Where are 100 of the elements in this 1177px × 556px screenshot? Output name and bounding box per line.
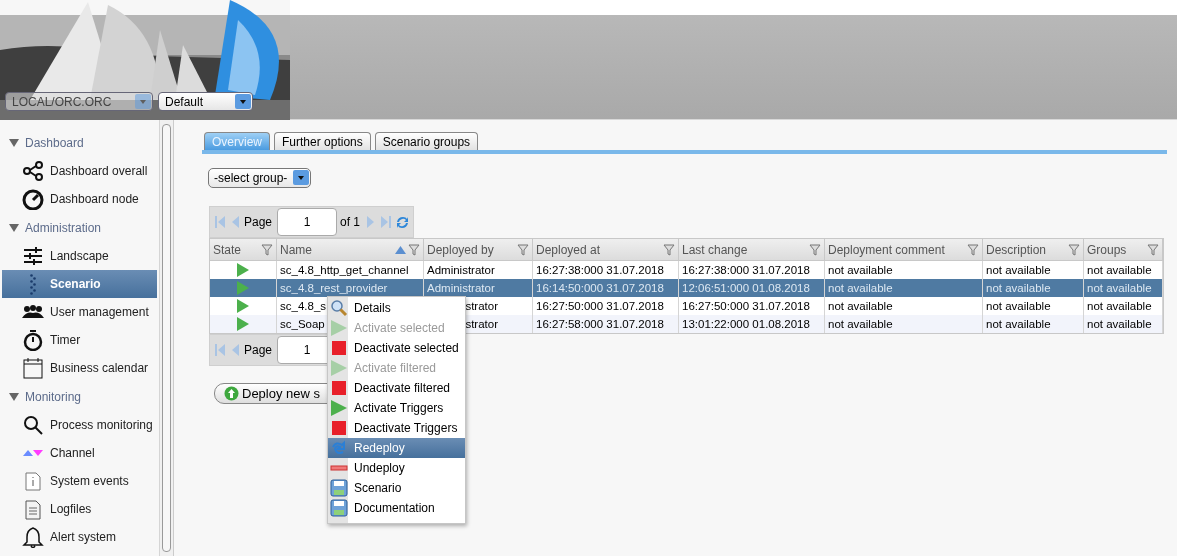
page-label: Page xyxy=(244,343,273,357)
tab[interactable]: Further options xyxy=(274,132,371,150)
share-icon xyxy=(22,160,44,182)
sidebar-item[interactable]: Business calendar xyxy=(2,354,157,382)
sidebar-item[interactable]: System events xyxy=(2,467,157,495)
page-label: Page xyxy=(244,215,273,229)
caret-icon[interactable] xyxy=(293,170,309,185)
caret-icon[interactable] xyxy=(235,94,251,109)
sidebar-item[interactable]: Dashboard node xyxy=(2,185,157,213)
menu-item[interactable]: Undeploy xyxy=(328,458,465,478)
play-icon xyxy=(330,359,348,377)
page-count: of 1 xyxy=(340,215,361,229)
column-header[interactable]: Description xyxy=(983,239,1084,261)
stop-icon xyxy=(330,419,348,437)
column-header[interactable]: Deployed by xyxy=(424,239,533,261)
section-title[interactable]: Dashboard xyxy=(25,135,84,150)
filter-icon[interactable] xyxy=(408,243,420,256)
stop-icon xyxy=(330,339,348,357)
sidebar-item[interactable]: Alert system xyxy=(2,523,157,551)
redo-icon xyxy=(330,439,348,457)
page-input[interactable]: 1 xyxy=(277,208,338,236)
refresh-icon[interactable] xyxy=(395,214,411,230)
filter-icon[interactable] xyxy=(261,243,273,256)
column-header[interactable]: Last change xyxy=(679,239,825,261)
floppy-icon xyxy=(330,499,348,517)
table-cell: 16:27:58:000 31.07.2018 xyxy=(533,315,679,333)
sliders-icon xyxy=(22,245,44,267)
sidebar-item[interactable]: Process monitoring xyxy=(2,411,157,439)
sidebar-item[interactable]: Dashboard overall xyxy=(2,157,157,185)
table-cell: not available xyxy=(1084,315,1163,333)
server-select[interactable]: LOCAL/ORC.ORC xyxy=(5,92,153,111)
table-cell: not available xyxy=(983,297,1084,315)
calendar-icon xyxy=(22,357,44,379)
table-cell: not available xyxy=(825,261,983,279)
table-cell: not available xyxy=(825,315,983,333)
menu-item[interactable]: Redeploy xyxy=(328,438,465,458)
filter-icon[interactable] xyxy=(1147,243,1159,256)
info-page-icon xyxy=(22,470,44,492)
filter-icon[interactable] xyxy=(517,243,529,256)
column-header[interactable]: Deployed at xyxy=(533,239,679,261)
bell-icon xyxy=(22,526,44,548)
table-cell: sc_4.8_http_get_channel xyxy=(277,261,424,279)
sidebar-item[interactable]: Scenario xyxy=(2,270,157,298)
play-icon xyxy=(330,319,348,337)
table-cell: not available xyxy=(1084,261,1163,279)
filter-icon[interactable] xyxy=(663,243,675,256)
table-cell: not available xyxy=(983,261,1084,279)
sidebar-item[interactable]: Channel xyxy=(2,439,157,467)
caret-icon[interactable] xyxy=(135,94,151,109)
sidebar-item[interactable]: Landscape xyxy=(2,242,157,270)
column-header[interactable]: Deployment comment xyxy=(825,239,983,261)
sidebar-item[interactable]: Timer xyxy=(2,326,157,354)
table-cell: sc_4.8_rest_provider xyxy=(277,279,424,297)
table-cell: 16:27:38:000 31.07.2018 xyxy=(533,261,679,279)
column-header[interactable]: Name xyxy=(277,239,424,261)
upload-icon xyxy=(224,386,239,401)
floppy-icon xyxy=(330,479,348,497)
magnifier-icon xyxy=(330,299,348,317)
play-icon xyxy=(330,399,348,417)
table-cell: 16:27:50:000 31.07.2018 xyxy=(679,297,825,315)
filter-icon[interactable] xyxy=(967,243,979,256)
sidebar-item[interactable]: Logfiles xyxy=(2,495,157,523)
sort-ascending-icon[interactable] xyxy=(395,245,406,254)
dots-icon xyxy=(30,273,36,295)
table-cell: not available xyxy=(825,279,983,297)
profile-select[interactable]: Default xyxy=(158,92,253,111)
expanded-caret-icon[interactable] xyxy=(9,222,19,233)
table-cell: not available xyxy=(1084,279,1163,297)
table-cell: Administrator xyxy=(424,261,533,279)
filter-icon[interactable] xyxy=(809,243,821,256)
table-cell: not available xyxy=(1084,297,1163,315)
table-cell: not available xyxy=(983,279,1084,297)
stop-icon xyxy=(330,379,348,397)
section-title[interactable]: Monitoring xyxy=(25,389,82,404)
expanded-caret-icon[interactable] xyxy=(9,391,19,402)
column-header[interactable]: Groups xyxy=(1084,239,1163,261)
scrollbar-thumb[interactable] xyxy=(162,124,171,552)
gauge-icon xyxy=(22,188,44,210)
table-cell: not available xyxy=(825,297,983,315)
menu-item[interactable]: Deactivate Triggers xyxy=(328,418,465,438)
menu-item[interactable]: Scenario xyxy=(328,478,465,498)
table-cell: not available xyxy=(983,315,1084,333)
search-icon xyxy=(22,414,44,436)
table-cell: 16:14:50:000 31.07.2018 xyxy=(533,279,679,297)
document-icon xyxy=(22,498,44,520)
triangles-icon xyxy=(23,450,43,456)
table-cell: 16:27:50:000 31.07.2018 xyxy=(533,297,679,315)
group-select[interactable]: -select group- xyxy=(208,168,311,188)
table-cell: 13:01:22:000 01.08.2018 xyxy=(679,315,825,333)
column-header[interactable]: State xyxy=(210,239,277,261)
tab[interactable]: Scenario groups xyxy=(374,132,479,150)
table-cell: 16:27:38:000 31.07.2018 xyxy=(679,261,825,279)
table-cell: Administrator xyxy=(424,279,533,297)
section-title[interactable]: Administration xyxy=(25,220,102,235)
expanded-caret-icon[interactable] xyxy=(9,137,19,148)
filter-icon[interactable] xyxy=(1068,243,1080,256)
sidebar-item[interactable]: User management xyxy=(2,298,157,326)
menu-item[interactable]: Documentation xyxy=(328,498,465,518)
stopwatch-icon xyxy=(22,329,44,351)
table-cell: 12:06:51:000 01.08.2018 xyxy=(679,279,825,297)
